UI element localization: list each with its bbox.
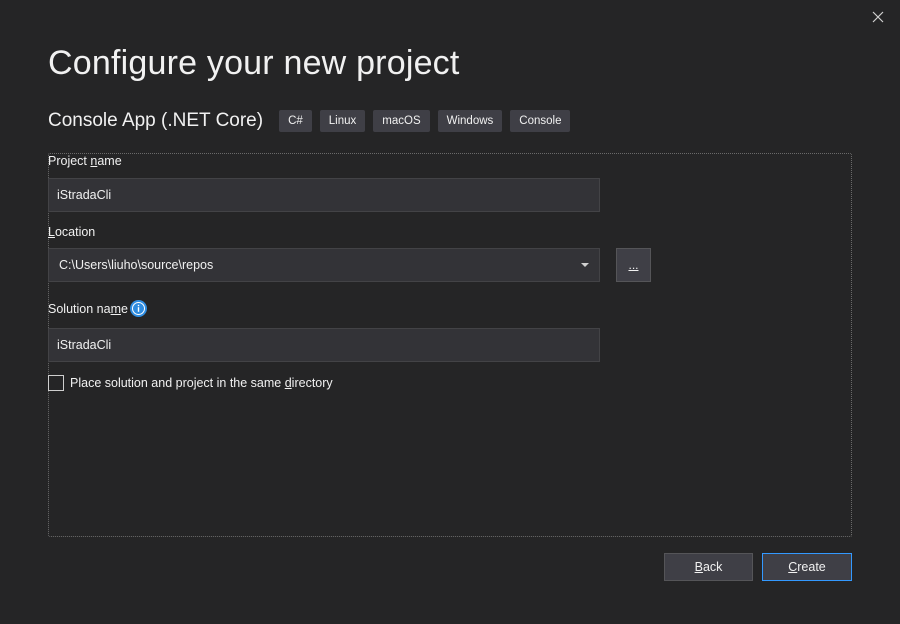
location-label: Location: [48, 225, 96, 239]
close-icon: [872, 11, 884, 23]
configure-project-dialog: Configure your new project Console App (…: [0, 0, 900, 624]
template-name: Console App (.NET Core): [48, 110, 264, 131]
project-name-label: Project name: [48, 154, 122, 168]
back-button[interactable]: Back: [664, 553, 753, 581]
tag-platform-windows: Windows: [437, 110, 503, 132]
tag-platform-linux: Linux: [319, 110, 366, 132]
location-combobox[interactable]: C:\Users\liuho\source\repos: [48, 248, 600, 282]
back-button-label: Back: [694, 560, 723, 574]
same-directory-label: Place solution and project in the same d…: [70, 376, 333, 390]
page-title: Configure your new project: [48, 44, 460, 82]
info-icon[interactable]: [130, 300, 147, 317]
solution-name-input[interactable]: [48, 328, 600, 362]
project-name-input[interactable]: [48, 178, 600, 212]
info-glyph: [132, 302, 145, 315]
chevron-down-icon[interactable]: [581, 262, 589, 268]
tag-platform-macos: macOS: [373, 110, 430, 132]
solution-name-label: Solution name: [48, 302, 128, 316]
create-button[interactable]: Create: [762, 553, 852, 581]
template-info: Console App (.NET Core) C# Linux macOS W…: [48, 109, 578, 133]
create-button-label: Create: [788, 560, 826, 574]
location-value: C:\Users\liuho\source\repos: [59, 258, 214, 272]
close-button[interactable]: [868, 7, 888, 27]
tag-project-type: Console: [510, 110, 571, 132]
browse-location-button[interactable]: ...: [616, 248, 651, 282]
tag-language: C#: [279, 110, 312, 132]
same-directory-option[interactable]: Place solution and project in the same d…: [48, 374, 333, 392]
browse-label: ...: [628, 258, 639, 272]
same-directory-checkbox[interactable]: [48, 375, 64, 391]
